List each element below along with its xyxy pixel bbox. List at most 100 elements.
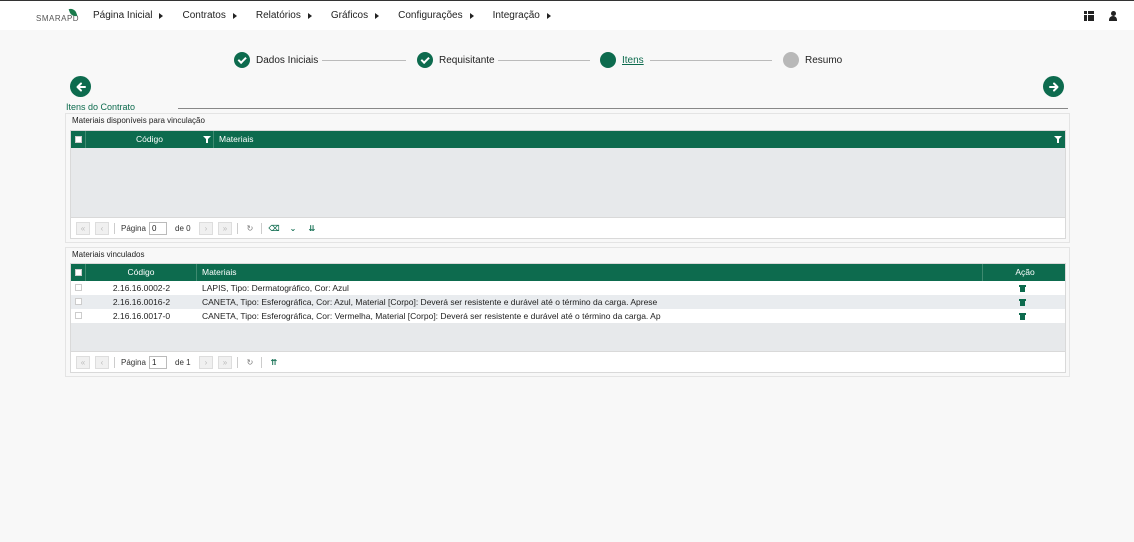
- previous-step-button[interactable]: [70, 76, 91, 97]
- menu-configuracoes[interactable]: Configurações: [398, 10, 474, 21]
- trash-icon[interactable]: [1018, 313, 1026, 320]
- active-step-icon: [600, 52, 616, 68]
- main-menu: Página Inicial Contratos Relatórios Gráf…: [93, 10, 570, 21]
- row-checkbox[interactable]: [75, 298, 82, 305]
- check-icon: [417, 52, 433, 68]
- caret-right-icon: [469, 12, 474, 19]
- menu-label: Contratos: [182, 10, 226, 21]
- row-code: 2.16.16.0017-0: [112, 311, 171, 321]
- first-page-button[interactable]: «: [76, 356, 90, 369]
- caret-right-icon: [232, 12, 237, 19]
- column-header-materiais[interactable]: Materiais: [197, 264, 983, 281]
- grid-header: Código Materiais Ação: [71, 264, 1065, 281]
- table-row[interactable]: 2.16.16.0017-0 CANETA, Tipo: Esferográfi…: [71, 309, 1065, 323]
- refresh-icon[interactable]: ↻: [243, 222, 257, 235]
- row-checkbox[interactable]: [75, 284, 82, 291]
- grid-header: Código Materiais: [71, 131, 1065, 148]
- section-title: Itens do Contrato: [66, 102, 136, 112]
- column-label: Ação: [1015, 267, 1035, 277]
- page-total: de 1: [175, 358, 191, 367]
- step-dados-iniciais[interactable]: Dados Iniciais: [234, 52, 318, 68]
- linked-materials-grid: Código Materiais Ação 2.16.16.0002-2 LAP…: [70, 263, 1066, 373]
- menu-label: Configurações: [398, 10, 463, 21]
- step-label: Requisitante: [439, 54, 495, 66]
- chevron-down-icon[interactable]: ⌄: [286, 222, 300, 235]
- step-resumo[interactable]: Resumo: [783, 52, 842, 68]
- next-step-button[interactable]: [1043, 76, 1064, 97]
- caret-right-icon: [307, 12, 312, 19]
- column-label: Materiais: [202, 267, 237, 277]
- section-divider: [178, 108, 1068, 109]
- pager-separator: [237, 223, 238, 234]
- row-material: CANETA, Tipo: Esferográfica, Cor: Vermel…: [202, 311, 661, 321]
- page-total: de 0: [175, 224, 191, 233]
- menu-label: Relatórios: [255, 10, 301, 21]
- step-requisitante[interactable]: Requisitante: [417, 52, 495, 68]
- double-chevron-up-icon[interactable]: ⇈: [267, 356, 281, 369]
- first-page-button[interactable]: «: [76, 222, 90, 235]
- arrow-left-icon: [76, 82, 86, 91]
- previous-page-button[interactable]: ‹: [95, 222, 109, 235]
- menu-label: Página Inicial: [93, 10, 153, 21]
- refresh-icon[interactable]: ↻: [243, 356, 257, 369]
- menu-pagina-inicial[interactable]: Página Inicial: [93, 10, 164, 21]
- row-checkbox[interactable]: [75, 312, 82, 319]
- step-label: Dados Iniciais: [256, 54, 319, 66]
- step-label: Resumo: [805, 54, 843, 66]
- trash-icon[interactable]: [1018, 299, 1026, 306]
- column-header-codigo[interactable]: Código: [86, 131, 214, 148]
- select-all-checkbox[interactable]: [75, 136, 82, 143]
- last-page-button[interactable]: »: [218, 222, 232, 235]
- available-materials-panel: Materiais disponíveis para vinculação Có…: [65, 113, 1070, 243]
- user-icon[interactable]: [1108, 11, 1118, 21]
- table-row[interactable]: 2.16.16.0002-2 LAPIS, Tipo: Dermatográfi…: [71, 281, 1065, 295]
- menu-label: Integração: [492, 10, 540, 21]
- row-material: CANETA, Tipo: Esferográfica, Cor: Azul, …: [202, 297, 658, 307]
- double-chevron-down-icon[interactable]: ⇊: [305, 222, 319, 235]
- caret-right-icon: [375, 12, 380, 19]
- previous-page-button[interactable]: ‹: [95, 356, 109, 369]
- last-page-button[interactable]: »: [218, 356, 232, 369]
- grid-pager: « ‹ Página 1 de 1 › » ↻ ⇈: [71, 351, 1065, 372]
- caret-right-icon: [159, 12, 164, 19]
- column-label: Código: [127, 267, 155, 277]
- row-code: 2.16.16.0016-2: [112, 297, 171, 307]
- select-all-cell: [71, 264, 86, 281]
- grid-empty-body: [71, 323, 1065, 351]
- next-page-button[interactable]: ›: [199, 222, 213, 235]
- step-itens[interactable]: Itens: [600, 52, 644, 68]
- filter-icon[interactable]: [1054, 136, 1062, 143]
- column-label: Materiais: [219, 134, 254, 144]
- column-header-acao: Ação: [983, 264, 1067, 281]
- table-row[interactable]: 2.16.16.0016-2 CANETA, Tipo: Esferográfi…: [71, 295, 1065, 309]
- step-connector: [650, 60, 772, 61]
- check-icon: [234, 52, 250, 68]
- menu-contratos[interactable]: Contratos: [182, 10, 237, 21]
- menu-graficos[interactable]: Gráficos: [331, 10, 380, 21]
- step-label: Itens: [622, 54, 644, 66]
- apps-grid-icon[interactable]: [1084, 11, 1094, 21]
- page-number-input[interactable]: 1: [149, 356, 167, 369]
- linked-materials-panel: Materiais vinculados Código Materiais Aç…: [65, 247, 1070, 377]
- eraser-icon[interactable]: ⌫: [267, 222, 281, 235]
- arrow-right-icon: [1048, 82, 1058, 91]
- column-header-codigo[interactable]: Código: [86, 264, 197, 281]
- available-materials-grid: Código Materiais « ‹ Página 0 de 0 › » ↻…: [70, 130, 1066, 239]
- column-header-materiais[interactable]: Materiais: [214, 131, 1067, 148]
- panel-title: Materiais disponíveis para vinculação: [72, 116, 205, 125]
- brand-logo[interactable]: SMARAPD: [36, 7, 79, 26]
- filter-icon[interactable]: [203, 136, 211, 143]
- pager-separator: [237, 357, 238, 368]
- menu-relatorios[interactable]: Relatórios: [256, 10, 312, 21]
- top-navbar: SMARAPD Página Inicial Contratos Relatór…: [0, 0, 1134, 30]
- next-page-button[interactable]: ›: [199, 356, 213, 369]
- select-all-cell: [71, 131, 86, 148]
- row-code: 2.16.16.0002-2: [112, 283, 171, 293]
- page-number-input[interactable]: 0: [149, 222, 167, 235]
- panel-title: Materiais vinculados: [72, 250, 145, 259]
- page-label: Página: [121, 358, 146, 367]
- pager-separator: [114, 223, 115, 234]
- menu-integracao[interactable]: Integração: [493, 10, 551, 21]
- trash-icon[interactable]: [1018, 285, 1026, 292]
- select-all-checkbox[interactable]: [75, 269, 82, 276]
